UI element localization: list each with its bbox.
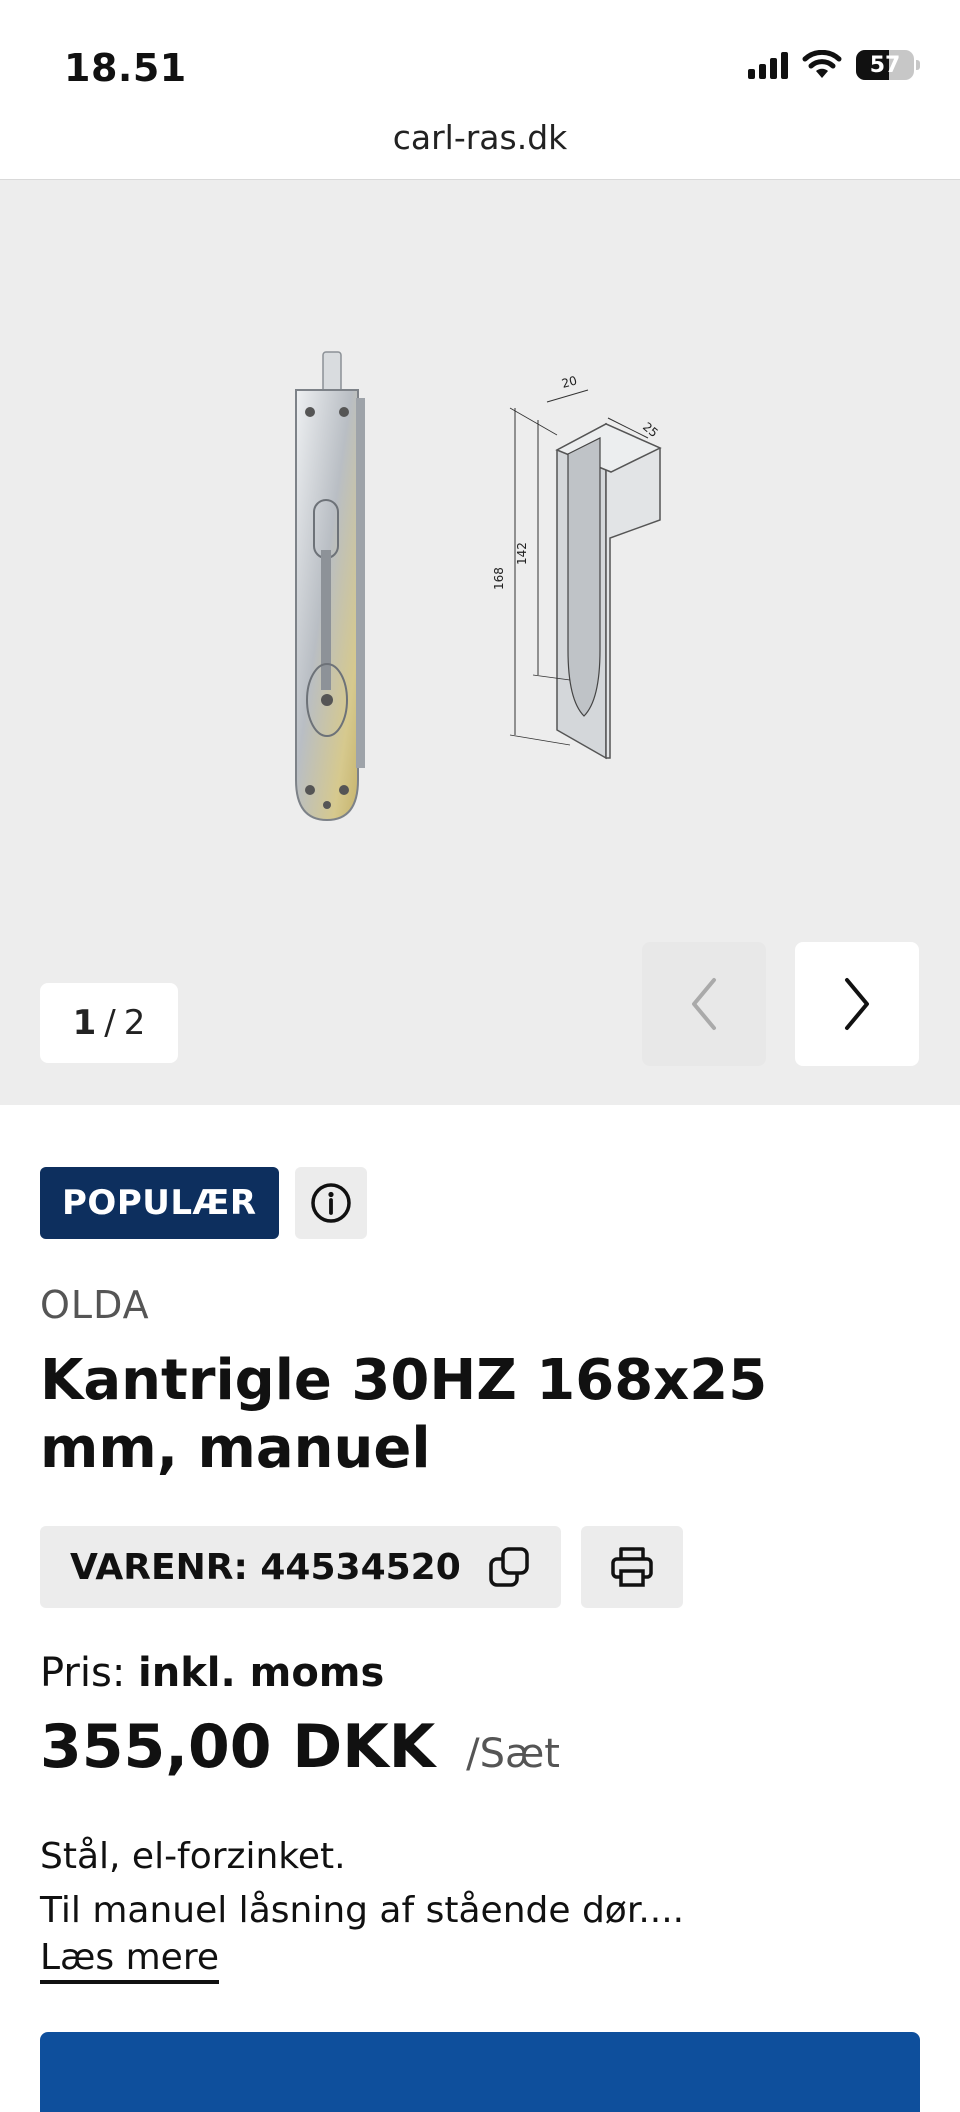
price: 355,00 DKK /Sæt — [40, 1712, 560, 1782]
printer-icon — [611, 1547, 653, 1587]
price-label: Pris: inkl. moms — [40, 1650, 384, 1696]
chevron-right-icon — [845, 978, 869, 1030]
price-label-text: Pris: — [40, 1650, 126, 1696]
copy-sku-button[interactable]: VARENR: 44534520 — [40, 1526, 561, 1608]
status-time: 18.51 — [64, 46, 187, 90]
image-counter-separator: / — [104, 1003, 116, 1043]
print-button[interactable] — [580, 1526, 683, 1608]
battery-cap — [916, 60, 920, 70]
badge-row: POPULÆR — [40, 1167, 367, 1239]
copy-icon — [489, 1547, 529, 1587]
product-brand[interactable]: OLDA — [40, 1283, 150, 1327]
next-image-button[interactable] — [795, 942, 919, 1066]
sku-row: VARENR: 44534520 — [40, 1526, 683, 1608]
chevron-left-icon — [692, 978, 716, 1030]
address-bar[interactable]: carl-ras.dk — [0, 118, 960, 178]
dim-label-height: 168 — [492, 567, 506, 590]
dim-label-width: 20 — [560, 373, 578, 390]
info-button[interactable] — [294, 1167, 367, 1239]
price-value: 355,00 DKK — [40, 1712, 436, 1782]
price-vat-text: inkl. moms — [138, 1650, 385, 1696]
popular-badge: POPULÆR — [40, 1167, 279, 1239]
price-unit: /Sæt — [466, 1731, 560, 1777]
battery-percentage: 57 — [869, 52, 901, 78]
description-line: Stål, el-forzinket. — [40, 1836, 346, 1877]
previous-image-button[interactable] — [642, 942, 766, 1066]
battery-icon: 57 — [856, 50, 914, 80]
product-gallery[interactable]: 168 142 20 25 1 / 2 — [0, 180, 960, 1105]
info-icon — [310, 1183, 351, 1223]
image-counter-total: 2 — [123, 1003, 146, 1043]
product-image: 168 142 20 25 — [295, 351, 662, 822]
product-description: Stål, el-forzinket. Til manuel låsning a… — [40, 1830, 920, 1938]
status-bar: 18.51 57 — [0, 0, 960, 118]
image-counter-current: 1 — [72, 1003, 97, 1043]
cellular-signal-icon — [748, 51, 788, 79]
dim-label-inner: 142 — [515, 542, 529, 565]
product-title: Kantrigle 30HZ 168x25 mm, manuel — [40, 1348, 768, 1481]
wifi-icon — [802, 50, 842, 78]
dimension-drawing: 168 142 20 25 — [492, 373, 662, 760]
sku-text: VARENR: 44534520 — [70, 1546, 461, 1588]
image-counter: 1 / 2 — [40, 983, 178, 1063]
primary-action-button[interactable] — [40, 2032, 920, 2112]
read-more-link[interactable]: Læs mere — [40, 1937, 219, 1984]
dim-label-depth: 25 — [640, 420, 661, 441]
description-line: Til manuel låsning af stående dør.... — [40, 1890, 685, 1931]
status-icons: 57 — [748, 50, 920, 80]
